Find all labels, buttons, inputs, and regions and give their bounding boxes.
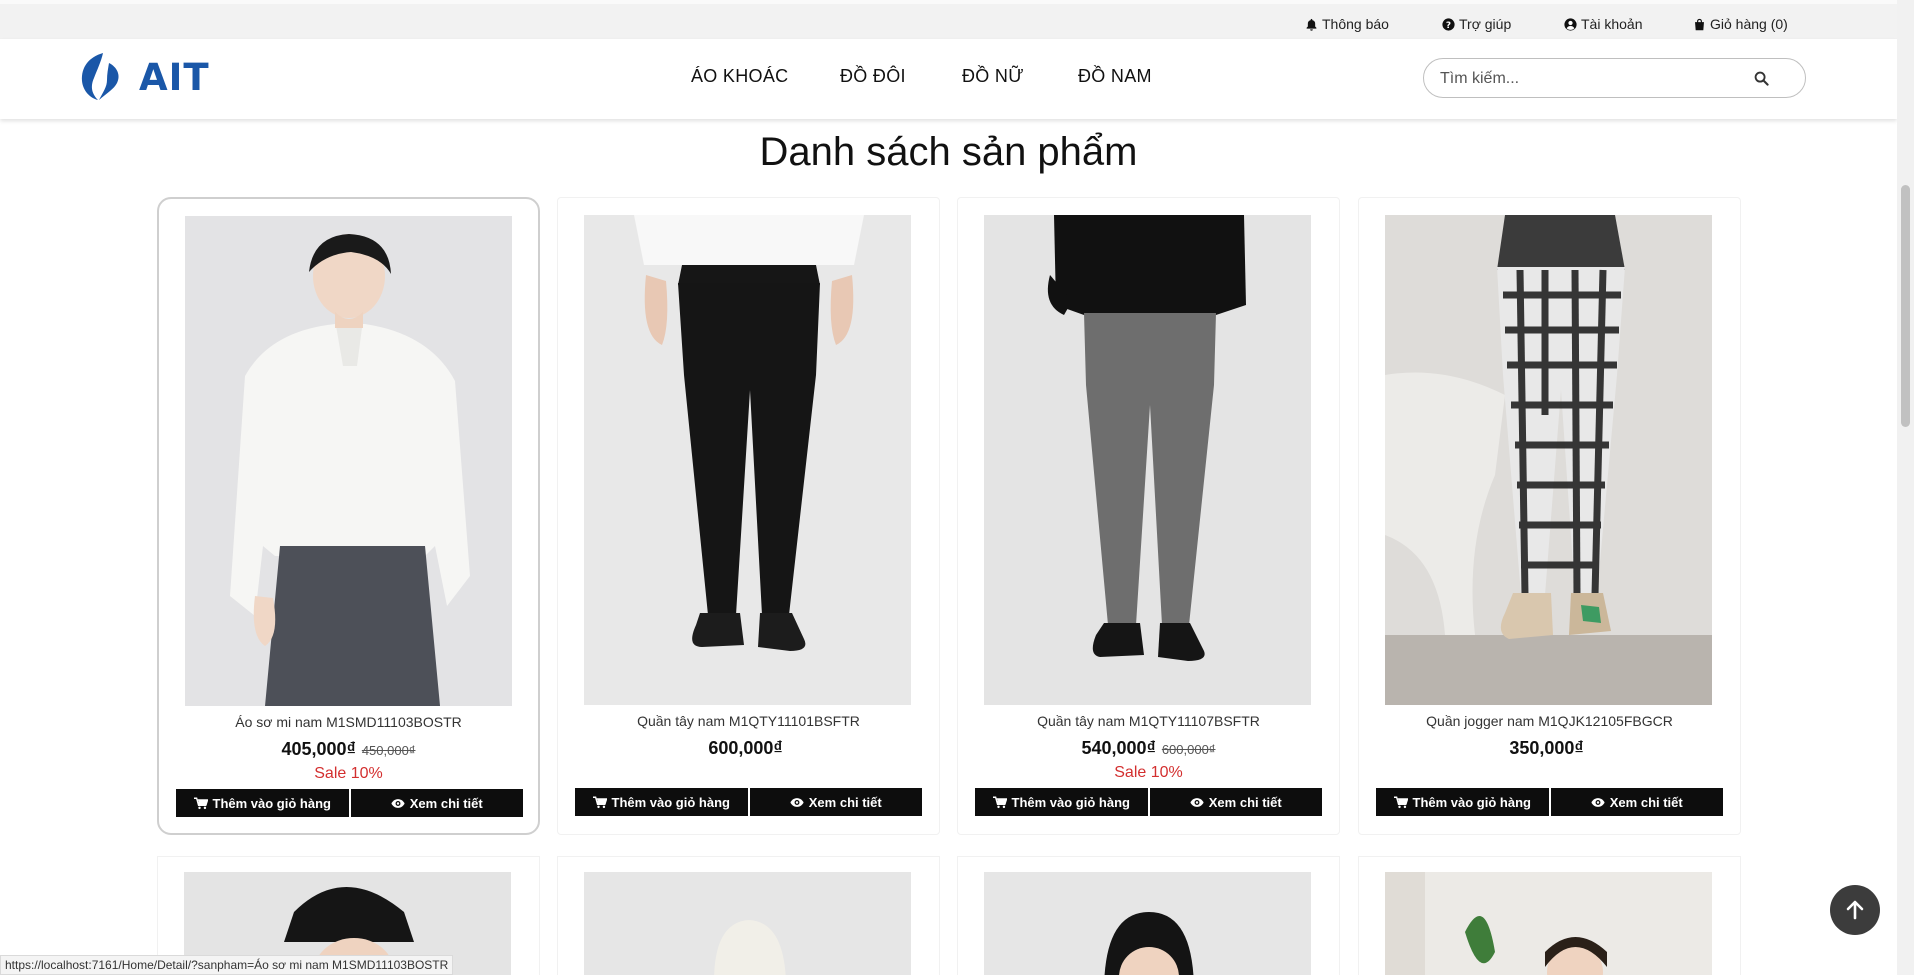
eye-icon [1190, 797, 1204, 807]
add-to-cart-label: Thêm vào giỏ hàng [611, 794, 730, 810]
product-price: 405,000₫ [281, 739, 356, 759]
leaf-logo-icon [81, 53, 119, 100]
product-image[interactable] [984, 215, 1311, 705]
search-box [1423, 58, 1806, 98]
product-price: 350,000₫ [1509, 738, 1584, 758]
search-input[interactable] [1440, 67, 1740, 91]
product-image[interactable] [1385, 872, 1712, 975]
add-to-cart-label: Thêm vào giỏ hàng [1412, 794, 1531, 810]
product-name[interactable]: Áo sơ mi nam M1SMD11103BOSTR [159, 714, 538, 730]
shopping-bag-icon [1695, 18, 1704, 30]
price-row: 540,000₫ 600,000₫ [958, 738, 1339, 759]
view-detail-label: Xem chi tiết [409, 795, 483, 811]
product-image[interactable] [984, 872, 1311, 975]
notifications-label: Thông báo [1322, 16, 1389, 32]
scroll-to-top-button[interactable] [1830, 885, 1880, 935]
cart-icon [193, 797, 208, 809]
price-row: 405,000₫ 450,000₫ [159, 739, 538, 760]
question-circle-icon: ? [1442, 17, 1455, 30]
product-old-price: 600,000₫ [1161, 742, 1216, 757]
eye-icon [391, 798, 405, 808]
add-to-cart-button[interactable]: Thêm vào giỏ hàng [1376, 788, 1549, 816]
product-card[interactable] [557, 856, 940, 975]
price-row: 350,000₫ [1359, 738, 1740, 759]
sale-badge: Sale 10% [314, 765, 383, 782]
main-header: AIT ÁO KHOÁC ĐỒ ĐÔI ĐỒ NỮ ĐỒ NAM [0, 39, 1897, 119]
card-actions: Thêm vào giỏ hàng Xem chi tiết [1376, 788, 1723, 816]
cart-link[interactable]: Giỏ hàng (0) [1693, 16, 1788, 32]
arrow-up-icon [1846, 900, 1864, 920]
nav-ao-khoac[interactable]: ÁO KHOÁC [691, 66, 788, 87]
view-detail-button[interactable]: Xem chi tiết [350, 789, 523, 817]
card-actions: Thêm vào giỏ hàng Xem chi tiết [176, 789, 523, 817]
help-link[interactable]: ? Trợ giúp [1442, 16, 1511, 32]
product-card[interactable]: Quần jogger nam M1QJK12105FBGCR 350,000₫… [1358, 197, 1741, 835]
page-scrollbar[interactable] [1897, 0, 1914, 975]
product-image[interactable] [584, 215, 911, 705]
card-actions: Thêm vào giỏ hàng Xem chi tiết [575, 788, 922, 816]
price-row: 600,000₫ [558, 738, 939, 759]
user-circle-icon [1564, 17, 1577, 31]
view-detail-button[interactable]: Xem chi tiết [1149, 788, 1322, 816]
product-image[interactable] [185, 216, 512, 706]
cart-icon [992, 796, 1007, 808]
product-price: 540,000₫ [1081, 738, 1156, 758]
product-price: 600,000₫ [708, 738, 783, 758]
product-old-price: 450,000₫ [361, 743, 416, 758]
help-label: Trợ giúp [1459, 16, 1512, 32]
top-utility-bar: Thông báo ? Trợ giúp Tài khoản Giỏ hàng … [0, 0, 1897, 39]
notifications-link[interactable]: Thông báo [1305, 16, 1389, 32]
nav-do-doi[interactable]: ĐỒ ĐÔI [840, 66, 906, 87]
product-name[interactable]: Quần tây nam M1QTY11101BSFTR [558, 713, 939, 729]
account-label: Tài khoản [1581, 16, 1643, 32]
product-card[interactable]: Áo sơ mi nam M1SMD11103BOSTR 405,000₫ 450… [157, 197, 540, 835]
link-status-bar: https://localhost:7161/Home/Detail/?sanp… [0, 955, 454, 975]
page: Thông báo ? Trợ giúp Tài khoản Giỏ hàng … [0, 0, 1914, 975]
account-link[interactable]: Tài khoản [1564, 16, 1642, 32]
product-name[interactable]: Quần tây nam M1QTY11107BSFTR [958, 713, 1339, 729]
site-logo[interactable]: AIT [79, 51, 210, 103]
view-detail-label: Xem chi tiết [808, 794, 882, 810]
cart-icon [592, 796, 607, 808]
nav-do-nam[interactable]: ĐỒ NAM [1078, 66, 1152, 87]
product-card[interactable] [957, 856, 1340, 975]
view-detail-button[interactable]: Xem chi tiết [749, 788, 922, 816]
product-card[interactable]: Quần tây nam M1QTY11101BSFTR 600,000₫ Th… [557, 197, 940, 835]
product-image[interactable] [1385, 215, 1712, 705]
cart-label: Giỏ hàng (0) [1710, 16, 1788, 32]
add-to-cart-button[interactable]: Thêm vào giỏ hàng [975, 788, 1148, 816]
sale-badge: Sale 10% [1114, 764, 1183, 781]
logo-text: AIT [139, 55, 210, 99]
nav-do-nu[interactable]: ĐỒ NỮ [962, 66, 1024, 87]
product-card[interactable]: Quần tây nam M1QTY11107BSFTR 540,000₫ 600… [957, 197, 1340, 835]
add-to-cart-button[interactable]: Thêm vào giỏ hàng [575, 788, 748, 816]
add-to-cart-label: Thêm vào giỏ hàng [1011, 794, 1130, 810]
page-title: Danh sách sản phẩm [759, 130, 1138, 174]
card-actions: Thêm vào giỏ hàng Xem chi tiết [975, 788, 1322, 816]
cart-icon [1393, 796, 1408, 808]
eye-icon [790, 797, 804, 807]
product-image[interactable] [584, 872, 911, 975]
view-detail-label: Xem chi tiết [1208, 794, 1282, 810]
eye-icon [1591, 797, 1605, 807]
product-name[interactable]: Quần jogger nam M1QJK12105FBGCR [1359, 713, 1740, 729]
svg-text:?: ? [1446, 20, 1451, 30]
bell-icon [1306, 18, 1317, 31]
add-to-cart-label: Thêm vào giỏ hàng [212, 795, 331, 811]
view-detail-button[interactable]: Xem chi tiết [1550, 788, 1723, 816]
search-icon[interactable] [1754, 71, 1769, 86]
scrollbar-thumb[interactable] [1901, 185, 1910, 427]
view-detail-label: Xem chi tiết [1609, 794, 1683, 810]
product-card[interactable] [1358, 856, 1741, 975]
add-to-cart-button[interactable]: Thêm vào giỏ hàng [176, 789, 349, 817]
